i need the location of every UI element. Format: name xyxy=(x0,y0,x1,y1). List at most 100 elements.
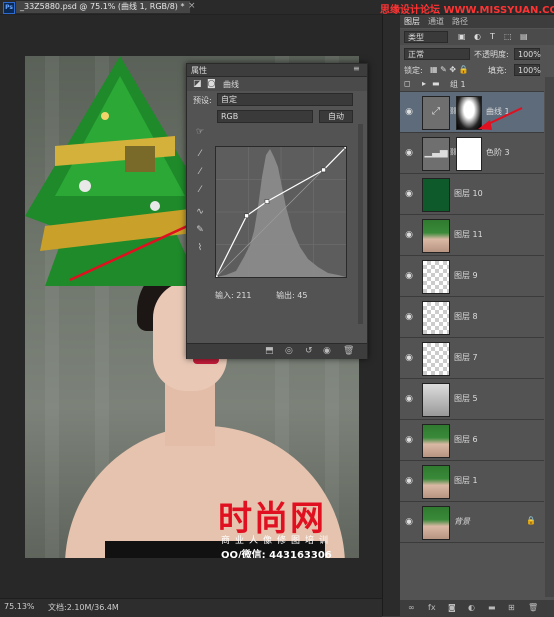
layer-name: 图层 11 xyxy=(454,230,483,239)
layer-thumbnail[interactable] xyxy=(422,383,450,417)
zoom-level[interactable]: 75.13% xyxy=(4,602,35,611)
layer-row[interactable]: ◉ ▁▃▅ ⛓ 色阶 3 xyxy=(400,133,544,174)
filter-pixel-icon[interactable]: ▣ xyxy=(458,32,466,41)
layer-row[interactable]: ◉ 图层 11 xyxy=(400,215,544,256)
eye-icon[interactable]: ◉ xyxy=(404,189,414,199)
layer-thumbnail[interactable]: ⤢ xyxy=(422,96,450,130)
filter-type-icon[interactable]: T xyxy=(490,32,495,41)
layer-row[interactable]: ◉ 图层 5 xyxy=(400,379,544,420)
brand-subline: 商业人像修图培训 xyxy=(221,536,334,546)
eye-icon[interactable]: ◉ xyxy=(404,271,414,281)
kind-filter-dropdown[interactable]: 类型 xyxy=(404,31,448,43)
filter-row: 类型 ▣ ◐ T ⬚ ▤ xyxy=(400,29,554,45)
blend-mode-dropdown[interactable]: 正常 xyxy=(404,48,470,60)
curve-control-point[interactable] xyxy=(264,199,270,204)
opacity-field[interactable]: 100% xyxy=(514,48,541,60)
eye-icon[interactable]: ◉ xyxy=(404,312,414,322)
expand-arrow-icon[interactable]: ▸ xyxy=(422,79,426,88)
site-watermark: 思缘设计论坛 WWW.MISSYUAN.COM xyxy=(380,5,554,16)
layer-row[interactable]: ◉ 图层 6 xyxy=(400,420,544,461)
layer-thumbnail[interactable] xyxy=(422,465,450,499)
new-group-icon[interactable]: ▬ xyxy=(488,603,496,612)
folder-icon: ▬ xyxy=(432,79,440,88)
fill-field[interactable]: 100% xyxy=(514,64,541,76)
visibility-icon[interactable]: ◉ xyxy=(323,346,331,356)
layer-thumbnail[interactable] xyxy=(422,178,450,212)
curves-graph[interactable] xyxy=(215,146,347,278)
layer-row[interactable]: ◉ 图层 8 xyxy=(400,297,544,338)
filter-adjustment-icon[interactable]: ◐ xyxy=(474,32,481,41)
group-row[interactable]: ◻ ▸ ▬ 组 1 xyxy=(400,77,544,92)
layer-row[interactable]: ◉ 图层 1 xyxy=(400,461,544,502)
layer-mask-thumbnail[interactable] xyxy=(456,137,482,171)
curve-control-point[interactable] xyxy=(215,274,219,278)
tab-paths[interactable]: 路径 xyxy=(452,16,468,27)
eye-icon[interactable]: ◻ xyxy=(404,79,411,88)
close-tab-icon[interactable]: × xyxy=(188,1,196,11)
black-point-eyedropper-icon[interactable]: ⁄ xyxy=(193,148,207,160)
layer-thumbnail[interactable]: ▁▃▅ xyxy=(422,137,450,171)
reset-icon[interactable]: ↺ xyxy=(305,346,313,356)
filter-shape-icon[interactable]: ⬚ xyxy=(504,32,512,41)
layer-row[interactable]: ◉ 图层 9 xyxy=(400,256,544,297)
layer-thumbnail[interactable] xyxy=(422,301,450,335)
layer-thumbnail[interactable] xyxy=(422,219,450,253)
target-adjust-icon[interactable]: ☞ xyxy=(193,126,207,138)
eye-icon[interactable]: ◉ xyxy=(404,435,414,445)
tab-layers[interactable]: 图层 xyxy=(404,16,420,27)
eye-icon[interactable]: ◉ xyxy=(404,230,414,240)
lock-icon: 🔒 xyxy=(526,516,536,525)
properties-tab[interactable]: 属性 xyxy=(191,65,207,76)
eye-icon[interactable]: ◉ xyxy=(404,476,414,486)
layer-name: 图层 5 xyxy=(454,394,478,403)
layer-thumbnail[interactable] xyxy=(422,342,450,376)
link-layers-icon[interactable]: ∞ xyxy=(408,603,415,612)
layer-style-icon[interactable]: fx xyxy=(428,603,436,612)
mask-icon[interactable]: ◙ xyxy=(207,79,216,89)
channel-dropdown[interactable]: RGB xyxy=(217,110,313,123)
white-point-eyedropper-icon[interactable]: ⁄ xyxy=(193,184,207,196)
panel-scrollbar[interactable] xyxy=(358,124,363,324)
eye-icon[interactable]: ◉ xyxy=(404,353,414,363)
document-tab[interactable]: _33Z5880.psd @ 75.1% (曲线 1, RGB/8) * xyxy=(16,1,190,13)
pencil-icon[interactable]: ✎ xyxy=(193,224,207,236)
eye-icon[interactable]: ◉ xyxy=(404,394,414,404)
curve-control-point[interactable] xyxy=(343,146,347,150)
tab-channels[interactable]: 通道 xyxy=(428,16,444,27)
layer-thumbnail[interactable] xyxy=(422,424,450,458)
view-previous-icon[interactable]: ◎ xyxy=(285,346,293,356)
eye-icon[interactable]: ◉ xyxy=(404,107,414,117)
input-output-readout: 输入: 211 输出: 45 xyxy=(215,290,355,301)
curve-control-point[interactable] xyxy=(244,213,249,219)
smooth-icon[interactable]: ⌇ xyxy=(193,242,207,254)
eye-icon[interactable]: ◉ xyxy=(404,148,414,158)
title-bar: Ps _33Z5880.psd @ 75.1% (曲线 1, RGB/8) * … xyxy=(0,0,554,16)
lock-transparent-icon[interactable]: ▦ ✎ ✥ 🔒 xyxy=(430,65,469,74)
fill-label: 填充: xyxy=(488,66,507,75)
filter-smart-icon[interactable]: ▤ xyxy=(520,32,528,41)
layer-thumbnail[interactable] xyxy=(422,506,450,540)
layer-name: 色阶 3 xyxy=(486,148,510,157)
layer-thumbnail[interactable] xyxy=(422,260,450,294)
layer-row[interactable]: ◉ 背景 🔒 xyxy=(400,502,544,543)
delete-icon[interactable]: 🗑 xyxy=(343,346,354,356)
new-layer-icon[interactable]: ⊞ xyxy=(508,603,515,612)
panel-menu-icon[interactable]: ≡ xyxy=(353,64,360,73)
clip-to-layer-icon[interactable]: ⬒ xyxy=(265,346,274,356)
auto-button[interactable]: 自动 xyxy=(319,110,353,123)
layers-footer: ∞ fx ◙ ◐ ▬ ⊞ 🗑 xyxy=(400,600,554,616)
panel-dock-strip xyxy=(382,15,401,616)
add-mask-icon[interactable]: ◙ xyxy=(448,603,456,612)
curve-control-point[interactable] xyxy=(321,167,326,173)
delete-layer-icon[interactable]: 🗑 xyxy=(528,603,538,612)
adjustment-layer-icon[interactable]: ◐ xyxy=(468,603,475,612)
edit-points-icon[interactable]: ∿ xyxy=(193,206,207,218)
layer-row[interactable]: ◉ 图层 10 xyxy=(400,174,544,215)
layer-row[interactable]: ◉ 图层 7 xyxy=(400,338,544,379)
gray-point-eyedropper-icon[interactable]: ⁄ xyxy=(193,166,207,178)
layers-scrollbar[interactable] xyxy=(545,77,554,597)
curves-adjustment-icon: ◪ xyxy=(193,79,202,89)
eye-icon[interactable]: ◉ xyxy=(404,517,414,527)
properties-header: 属性 ≡ xyxy=(187,64,367,77)
preset-dropdown[interactable]: 自定 xyxy=(217,93,353,106)
